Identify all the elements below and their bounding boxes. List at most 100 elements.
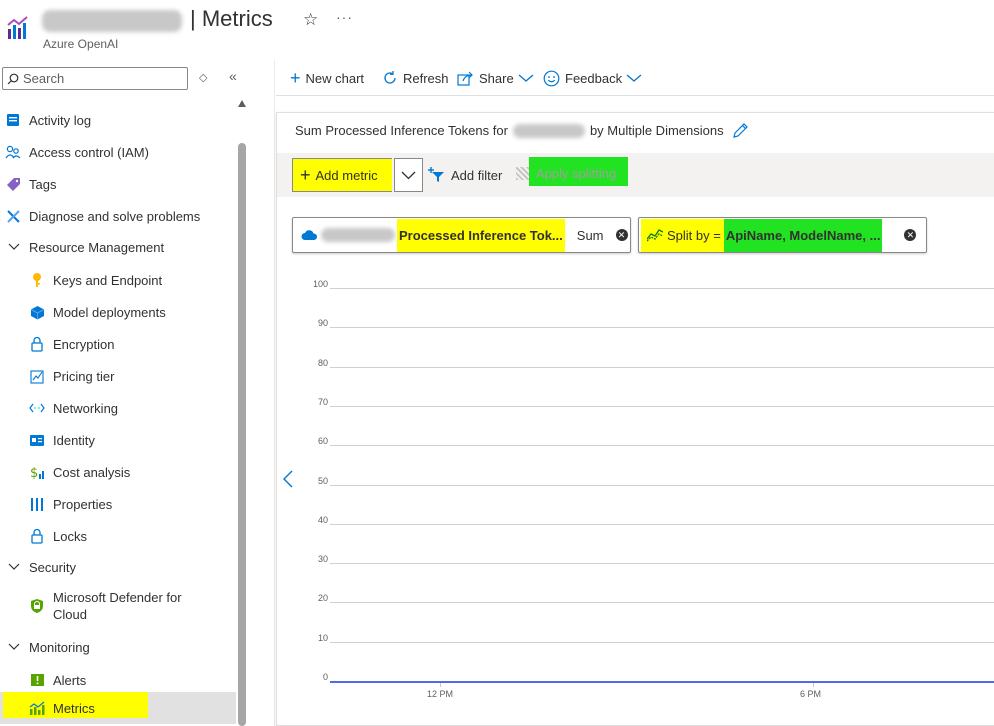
sidebar-item-access-control-iam[interactable]: Access control (IAM) [0, 142, 236, 162]
sidebar-item-keys-and-endpoint[interactable]: Keys and Endpoint [0, 270, 236, 290]
split-dimensions: ApiName, ModelName, ... [723, 218, 883, 252]
split-by-label: Split by = [667, 227, 721, 243]
sidebar-scrollbar[interactable] [238, 143, 246, 726]
sidebar-item-label: Pricing tier [53, 368, 115, 384]
gridline [330, 445, 994, 447]
scroll-up-arrow-icon[interactable] [238, 100, 246, 107]
sidebar-item-tags[interactable]: Tags [0, 174, 236, 194]
sidebar-item-label: Microsoft Defender for Cloud [53, 589, 182, 623]
gridline [330, 484, 994, 486]
sidebar-item-pricing-tier[interactable]: Pricing tier [0, 366, 236, 386]
sidebar-item-monitoring[interactable]: Monitoring [0, 637, 236, 657]
x-tick-label: 6 PM [800, 689, 822, 699]
y-tick-label: 30 [317, 554, 328, 565]
sidebar-item-label: Resource Management [29, 239, 165, 255]
sidebar-item-alerts[interactable]: Alerts [0, 670, 236, 690]
y-tick-label: 90 [317, 318, 328, 329]
redacted-resource-name [321, 228, 395, 242]
sidebar-item-locks[interactable]: Locks [0, 526, 236, 546]
share-icon [457, 71, 473, 86]
add-filter-button[interactable]: Add filter [428, 165, 502, 185]
sort-icon[interactable]: ◇ [199, 71, 207, 84]
y-tick-label: 70 [317, 396, 328, 407]
apply-splitting-button[interactable]: Apply splitting [529, 157, 628, 186]
sidebar-item-label-line1: Microsoft Defender for [53, 590, 182, 605]
gridline [330, 327, 994, 329]
y-tick-label: 0 [322, 672, 328, 682]
add-metric-dropdown[interactable] [394, 158, 423, 192]
sidebar-item-encryption[interactable]: Encryption [0, 334, 236, 354]
shield-icon [29, 598, 45, 614]
plus-icon: + [300, 165, 311, 185]
feedback-button[interactable]: Feedback [543, 68, 642, 88]
sidebar-item-label: Keys and Endpoint [53, 272, 163, 288]
x-tick-mark [813, 683, 814, 687]
resource-type-label: Azure OpenAI [43, 37, 119, 51]
refresh-button[interactable]: Refresh [382, 68, 449, 88]
chevron-down-icon [518, 74, 534, 82]
add-filter-label: Add filter [451, 167, 503, 183]
y-tick-label: 20 [317, 593, 328, 604]
edit-pencil-icon[interactable] [732, 122, 749, 139]
sidebar-item-label: Locks [53, 528, 87, 544]
metrics-icon [29, 700, 45, 716]
gridline [330, 563, 994, 565]
properties-icon [29, 496, 45, 512]
add-metric-button[interactable]: + Add metric [292, 158, 392, 192]
pricing-icon [29, 368, 45, 384]
search-icon [7, 73, 19, 84]
sidebar-item-microsoft-defender-for[interactable]: Microsoft Defender for Cloud [0, 589, 236, 623]
chart-title-text: Sum Processed Inference Tokens for [295, 123, 508, 138]
networking-icon [29, 400, 45, 416]
sidebar-item-label: Model deployments [53, 304, 166, 320]
sidebar-item-label: Activity log [29, 112, 92, 128]
new-chart-button[interactable]: + New chart [290, 68, 364, 88]
chevron-down-icon [7, 559, 21, 575]
sidebar-item-resource-management[interactable]: Resource Management [0, 237, 236, 257]
svg-text:$: $ [30, 466, 38, 480]
y-tick-label: 60 [317, 436, 328, 447]
smiley-icon [543, 70, 560, 86]
wrench-icon [5, 208, 21, 224]
star-icon[interactable]: ☆ [303, 10, 318, 30]
collapse-sidebar-button[interactable]: « [229, 68, 237, 84]
split-pill[interactable]: Split by = ApiName, ModelName, ... ✕ [638, 217, 927, 253]
alert-icon [29, 672, 45, 688]
metric-aggregation: Sum [576, 227, 604, 243]
remove-metric-icon[interactable]: ✕ [615, 229, 628, 241]
search-input[interactable]: Search [2, 67, 188, 90]
x-tick-label: 12 PM [427, 689, 454, 699]
y-tick-label: 80 [317, 357, 328, 368]
sidebar-item-networking[interactable]: Networking [0, 398, 236, 418]
sidebar-item-cost-analysis[interactable]: $ Cost analysis [0, 462, 236, 482]
sidebar-item-label: Security [29, 559, 76, 575]
share-button[interactable]: Share [457, 68, 534, 88]
gridline [330, 288, 994, 289]
sidebar-item-properties[interactable]: Properties [0, 494, 236, 514]
share-label: Share [479, 70, 514, 86]
sidebar-item-label: Alerts [53, 672, 87, 688]
sidebar-item-security[interactable]: Security [0, 557, 236, 577]
sidebar-item-model-deployments[interactable]: Model deployments [0, 302, 236, 322]
y-tick-label: 50 [317, 475, 328, 486]
metric-name: Processed Inference Tok... [397, 218, 565, 252]
gridline [330, 366, 994, 368]
chevron-down-icon [7, 639, 21, 655]
chart-back-arrow-icon[interactable] [283, 470, 293, 491]
sidebar-item-identity[interactable]: Identity [0, 430, 236, 450]
metric-pill[interactable]: Processed Inference Tok... Sum ✕ [292, 217, 631, 253]
more-options-button[interactable]: ··· [336, 9, 353, 25]
chevron-down-icon [401, 171, 416, 179]
cloud-icon [301, 230, 318, 240]
sidebar-item-metrics[interactable]: Metrics [0, 692, 236, 724]
chart-title-suffix: by Multiple Dimensions [589, 123, 724, 138]
sidebar-item-label: Encryption [53, 336, 115, 352]
redacted-resource-name [42, 10, 182, 32]
remove-split-icon[interactable]: ✕ [904, 229, 917, 241]
app-logo-icon [6, 15, 32, 41]
sidebar-item-activity-log[interactable]: Activity log [0, 110, 236, 130]
sidebar-item-label: Networking [53, 400, 119, 416]
split-label-highlight: Split by = [641, 218, 724, 252]
sidebar-item-diagnose-and-solve-problems[interactable]: Diagnose and solve problems [0, 206, 236, 226]
activity-log-icon [5, 112, 21, 128]
